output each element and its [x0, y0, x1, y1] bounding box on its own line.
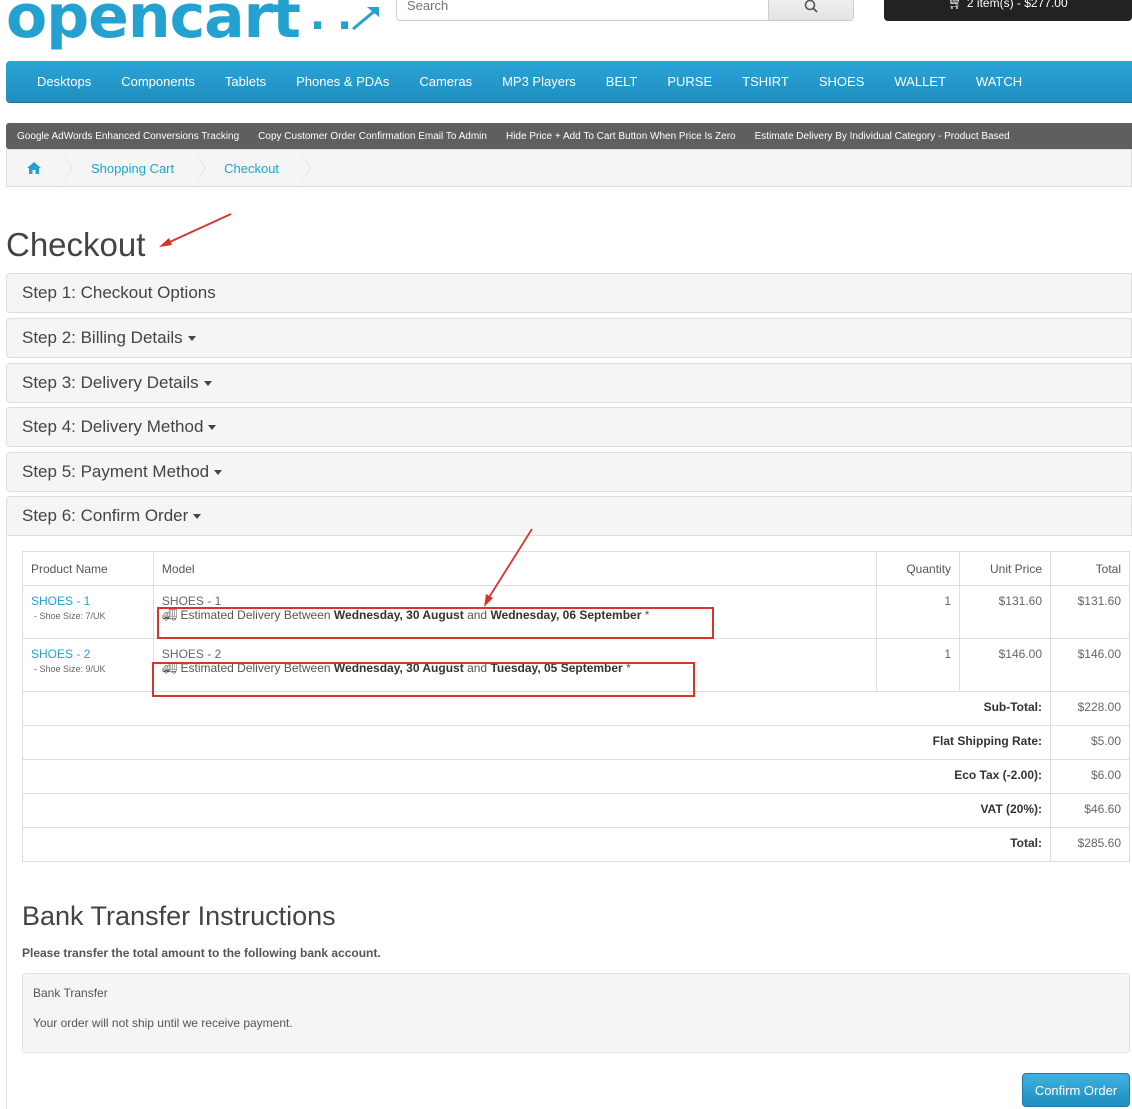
- search-button[interactable]: [768, 0, 853, 20]
- eco-tax-value: $6.00: [1050, 759, 1130, 794]
- product-option: - Shoe Size: 9/UK: [34, 664, 106, 674]
- col-header-unit-price: Unit Price: [959, 551, 1051, 586]
- menu-item-tablets[interactable]: Tablets: [225, 74, 266, 89]
- menu-item-desktops[interactable]: Desktops: [37, 74, 91, 89]
- step-3-delivery-details[interactable]: Step 3: Delivery Details: [6, 363, 1132, 403]
- grand-total-label: Total:: [1010, 836, 1042, 850]
- menu-item-wallet[interactable]: WALLET: [894, 74, 946, 89]
- extension-link[interactable]: Hide Price + Add To Cart Button When Pri…: [506, 131, 736, 142]
- total-cell: $131.60: [1050, 585, 1130, 639]
- product-option: - Shoe Size: 7/UK: [34, 611, 106, 621]
- cart-button[interactable]: 🛒︎ 2 item(s) - $277.00: [884, 0, 1132, 21]
- menu-item-tshirt[interactable]: TSHIRT: [742, 74, 789, 89]
- caret-down-icon: [193, 513, 202, 519]
- caret-down-icon: [187, 335, 196, 341]
- caret-down-icon: [208, 424, 217, 430]
- step-3-label: Step 3: Delivery Details: [22, 373, 199, 392]
- menu-item-mp3[interactable]: MP3 Players: [502, 74, 576, 89]
- caret-down-icon: [203, 380, 212, 386]
- col-header-total: Total: [1050, 551, 1130, 586]
- step-1-label: Step 1: Checkout Options: [22, 283, 216, 302]
- menu-item-belt[interactable]: BELT: [606, 74, 638, 89]
- extension-link[interactable]: Copy Customer Order Confirmation Email T…: [258, 131, 487, 142]
- breadcrumb: Shopping Cart Checkout: [6, 149, 1132, 187]
- home-icon: [27, 162, 41, 174]
- menu-item-watch[interactable]: WATCH: [976, 74, 1022, 89]
- shipping-value: $5.00: [1050, 725, 1130, 760]
- menu-item-shoes[interactable]: SHOES: [819, 74, 865, 89]
- col-header-quantity: Quantity: [876, 551, 961, 586]
- top-menu: Desktops Components Tablets Phones & PDA…: [6, 61, 1132, 103]
- product-link[interactable]: SHOES - 1: [31, 594, 90, 608]
- step-5-payment-method[interactable]: Step 5: Payment Method: [6, 452, 1132, 492]
- quantity-cell: 1: [876, 585, 961, 639]
- order-table: Product Name Model Quantity Unit Price T…: [22, 551, 1130, 862]
- unit-price-cell: $131.60: [959, 585, 1051, 639]
- subtotal-value: $228.00: [1050, 691, 1130, 726]
- quantity-cell: 1: [876, 638, 961, 692]
- bank-transfer-note: Your order will not ship until we receiv…: [33, 1016, 293, 1030]
- menu-item-purse[interactable]: PURSE: [667, 74, 712, 89]
- search-box: [396, 0, 854, 21]
- page-title: Checkout: [6, 226, 146, 263]
- extension-link[interactable]: Estimate Delivery By Individual Category…: [755, 131, 1010, 142]
- product-link[interactable]: SHOES - 2: [31, 647, 90, 661]
- product-model: SHOES - 2: [161, 647, 222, 661]
- step-6-label: Step 6: Confirm Order: [22, 506, 189, 525]
- bank-transfer-subtitle: Please transfer the total amount to the …: [22, 946, 381, 960]
- confirm-order-button[interactable]: Confirm Order: [1022, 1073, 1130, 1107]
- annotation-box: [157, 607, 714, 639]
- totals-row: Flat Shipping Rate: $5.00: [22, 725, 1130, 760]
- bank-transfer-line: Bank Transfer: [33, 986, 108, 1000]
- shipping-label: Flat Shipping Rate:: [932, 734, 1042, 748]
- breadcrumb-shopping-cart[interactable]: Shopping Cart: [61, 150, 207, 186]
- step-6-confirm-order[interactable]: Step 6: Confirm Order: [6, 496, 1132, 536]
- extension-links-bar: Google AdWords Enhanced Conversions Trac…: [6, 123, 1132, 149]
- extension-link[interactable]: Google AdWords Enhanced Conversions Trac…: [17, 131, 239, 142]
- breadcrumb-home[interactable]: [7, 150, 73, 186]
- cart-label: 2 item(s) - $277.00: [966, 0, 1068, 10]
- step-5-label: Step 5: Payment Method: [22, 462, 210, 481]
- step-4-label: Step 4: Delivery Method: [22, 417, 204, 436]
- totals-row: Total: $285.60: [22, 827, 1130, 862]
- annotation-arrow-icon: [484, 528, 533, 607]
- eco-tax-label: Eco Tax (-2.00):: [954, 768, 1042, 782]
- totals-row: Eco Tax (-2.00): $6.00: [22, 759, 1130, 794]
- annotation-box: [152, 662, 695, 697]
- vat-value: $46.60: [1050, 793, 1130, 828]
- bank-transfer-well: Bank Transfer Your order will not ship u…: [22, 973, 1130, 1053]
- total-cell: $146.00: [1050, 638, 1130, 692]
- step-2-label: Step 2: Billing Details: [22, 328, 183, 347]
- col-header-product-name: Product Name: [22, 551, 154, 586]
- breadcrumb-checkout[interactable]: Checkout: [194, 150, 311, 186]
- bank-transfer-title: Bank Transfer Instructions: [22, 901, 336, 931]
- step-2-billing-details[interactable]: Step 2: Billing Details: [6, 318, 1132, 358]
- grand-total-value: $285.60: [1050, 827, 1130, 862]
- menu-item-cameras[interactable]: Cameras: [419, 74, 472, 89]
- menu-item-components[interactable]: Components: [121, 74, 195, 89]
- step-4-delivery-method[interactable]: Step 4: Delivery Method: [6, 407, 1132, 447]
- unit-price-cell: $146.00: [959, 638, 1051, 692]
- totals-row: VAT (20%): $46.60: [22, 793, 1130, 828]
- vat-label: VAT (20%):: [980, 802, 1042, 816]
- search-icon: [804, 0, 818, 13]
- cart-icon: 🛒︎: [948, 0, 964, 10]
- search-input[interactable]: [397, 0, 767, 20]
- step-1-checkout-options[interactable]: Step 1: Checkout Options: [6, 273, 1132, 313]
- opencart-logo[interactable]: opencart. .: [6, 0, 381, 52]
- annotation-arrow-icon: [159, 213, 232, 247]
- caret-down-icon: [214, 469, 223, 475]
- menu-item-phones[interactable]: Phones & PDAs: [296, 74, 389, 89]
- subtotal-label: Sub-Total:: [983, 700, 1042, 714]
